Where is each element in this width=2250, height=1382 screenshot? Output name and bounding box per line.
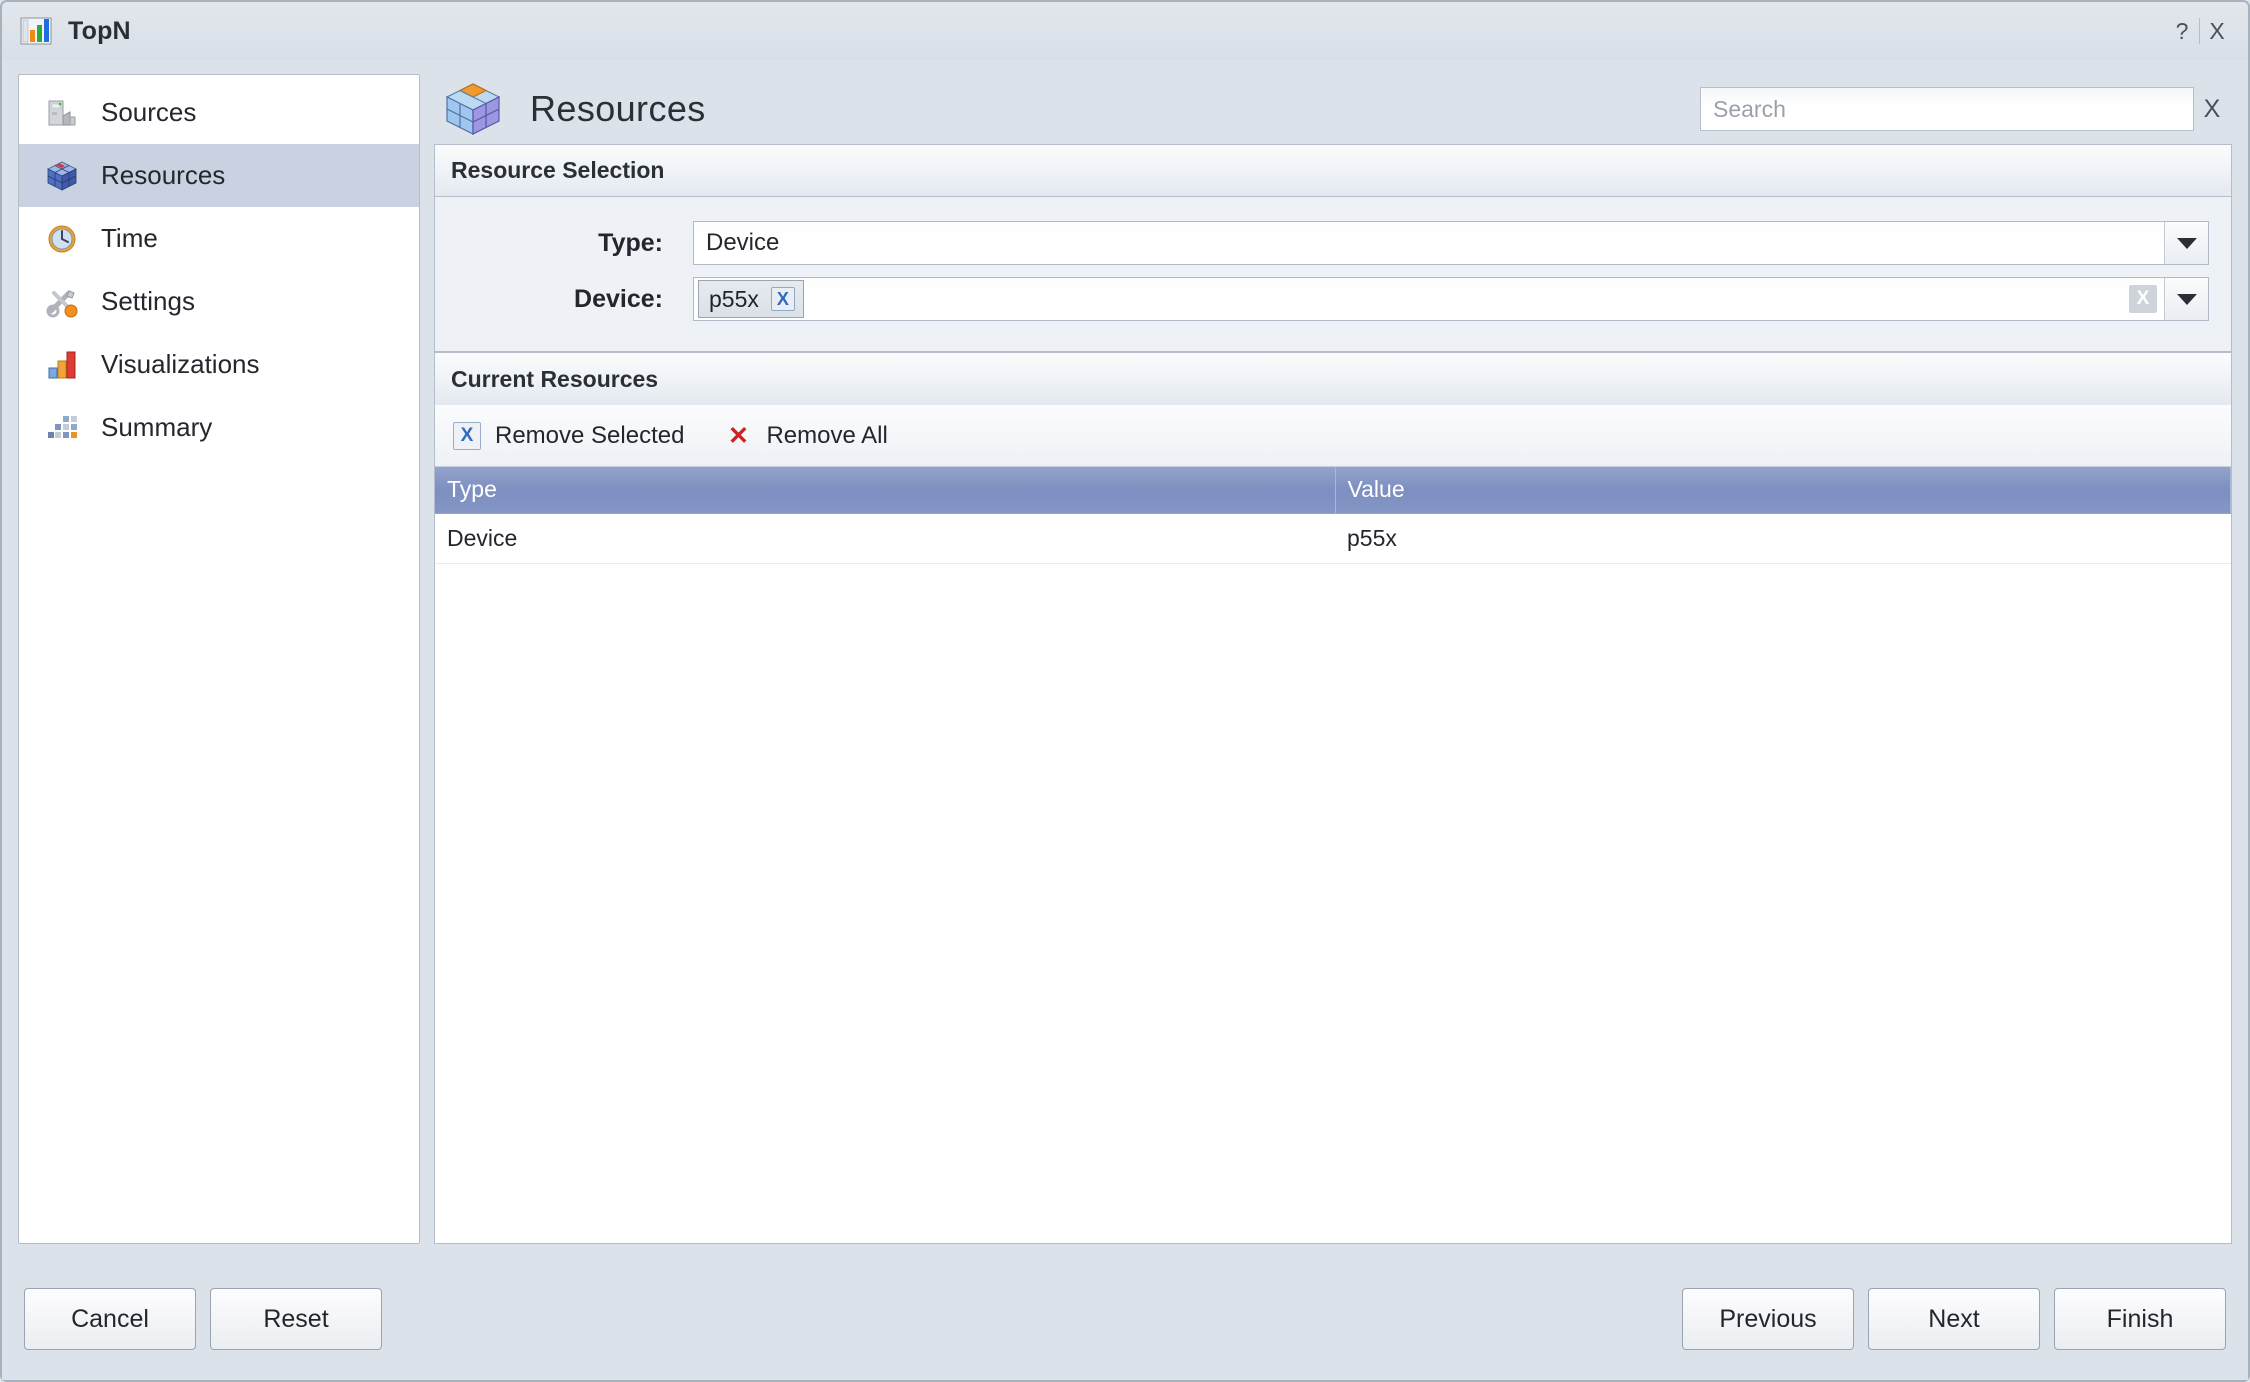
page-header: Resources X (434, 74, 2232, 144)
page-title: Resources (530, 88, 706, 129)
cell-value: p55x (1335, 513, 2231, 564)
remove-selected-button[interactable]: X Remove Selected (453, 421, 685, 450)
window-controls-divider (2199, 18, 2200, 44)
table-header: Type Value (435, 467, 2231, 514)
column-header-type[interactable]: Type (435, 467, 1336, 514)
content-area: Resources X Resource Selection Type: Dev… (434, 74, 2232, 1244)
current-resources-table: Type Value Device p55x (435, 467, 2231, 564)
next-button[interactable]: Next (1868, 1288, 2040, 1350)
sidebar-item-summary[interactable]: Summary (19, 396, 419, 459)
remove-selected-label: Remove Selected (495, 421, 685, 449)
type-row: Type: Device (435, 215, 2231, 271)
sidebar-item-visualizations[interactable]: Visualizations (19, 333, 419, 396)
remove-all-label: Remove All (766, 421, 888, 449)
table-empty-space (435, 563, 2231, 1243)
sidebar-item-label: Sources (101, 97, 197, 127)
close-button[interactable]: X (2202, 14, 2232, 48)
current-resources-header-panel: Current Resources (434, 352, 2232, 405)
help-button[interactable]: ? (2167, 14, 2197, 48)
device-label: Device: (574, 284, 663, 313)
type-label: Type: (598, 228, 663, 257)
device-chip[interactable]: p55x X (698, 280, 804, 318)
search-input[interactable] (1700, 87, 2194, 131)
topn-wizard-window: TopN ? X Sources Resources Time Settings… (0, 0, 2250, 1382)
server-icon (45, 96, 79, 130)
sidebar-item-settings[interactable]: Settings (19, 270, 419, 333)
type-select-value: Device (706, 229, 780, 256)
cancel-button[interactable]: Cancel (24, 1288, 196, 1350)
current-resources-heading: Current Resources (435, 353, 2231, 405)
sidebar-item-label: Time (101, 223, 158, 253)
footer-bar: Cancel Reset Previous Next Finish (2, 1258, 2248, 1380)
sidebar-item-label: Resources (101, 160, 226, 190)
table-header-row: Type Value (435, 467, 2231, 514)
sidebar-item-label: Settings (101, 286, 195, 316)
column-header-value[interactable]: Value (1335, 467, 2231, 514)
device-chip-label: p55x (709, 285, 759, 312)
sidebar-item-sources[interactable]: Sources (19, 81, 419, 144)
cell-type: Device (435, 513, 1335, 564)
blocks-icon (45, 411, 79, 445)
wizard-sidebar: Sources Resources Time Settings Visualiz… (18, 74, 420, 1244)
table-body: Device p55x (435, 513, 2231, 564)
current-resources-panel: X Remove Selected ✕ Remove All Type Valu… (434, 405, 2232, 1244)
reset-button[interactable]: Reset (210, 1288, 382, 1350)
device-multiselect[interactable]: p55x X X (693, 277, 2209, 321)
search-clear-button[interactable]: X (2194, 87, 2230, 131)
bar-chart-icon (45, 348, 79, 382)
chevron-down-icon[interactable] (2164, 278, 2208, 320)
cube-icon (442, 80, 504, 138)
sidebar-item-label: Summary (101, 412, 213, 442)
chevron-down-icon[interactable] (2164, 222, 2208, 264)
remove-selected-icon: X (453, 421, 481, 450)
window-title: TopN (68, 16, 131, 45)
sidebar-item-label: Visualizations (101, 349, 260, 379)
remove-all-icon: ✕ (727, 421, 749, 450)
type-select[interactable]: Device (693, 221, 2209, 265)
cube-icon (45, 159, 79, 193)
device-chip-area[interactable]: p55x X (694, 278, 2122, 320)
close-icon: X (2129, 285, 2157, 313)
title-bar: TopN ? X (2, 2, 2248, 60)
clock-icon (45, 222, 79, 256)
sidebar-item-time[interactable]: Time (19, 207, 419, 270)
dialog-body: Sources Resources Time Settings Visualiz… (2, 60, 2248, 1258)
resource-selection-body: Type: Device Device: p55x X X (435, 197, 2231, 351)
device-row: Device: p55x X X (435, 271, 2231, 327)
window-controls: ? X (2167, 14, 2232, 48)
search-box: X (1700, 87, 2230, 131)
device-clear-button[interactable]: X (2122, 278, 2164, 320)
sidebar-item-resources[interactable]: Resources (19, 144, 419, 207)
table-row[interactable]: Device p55x (435, 513, 2231, 564)
finish-button[interactable]: Finish (2054, 1288, 2226, 1350)
resource-selection-heading: Resource Selection (435, 145, 2231, 197)
bar-chart-icon (20, 16, 52, 46)
remove-all-button[interactable]: ✕ Remove All (724, 421, 888, 450)
current-resources-toolbar: X Remove Selected ✕ Remove All (435, 405, 2231, 467)
previous-button[interactable]: Previous (1682, 1288, 1854, 1350)
tools-icon (45, 285, 79, 319)
resource-selection-panel: Resource Selection Type: Device Device: (434, 144, 2232, 352)
chip-remove-icon[interactable]: X (770, 287, 795, 311)
